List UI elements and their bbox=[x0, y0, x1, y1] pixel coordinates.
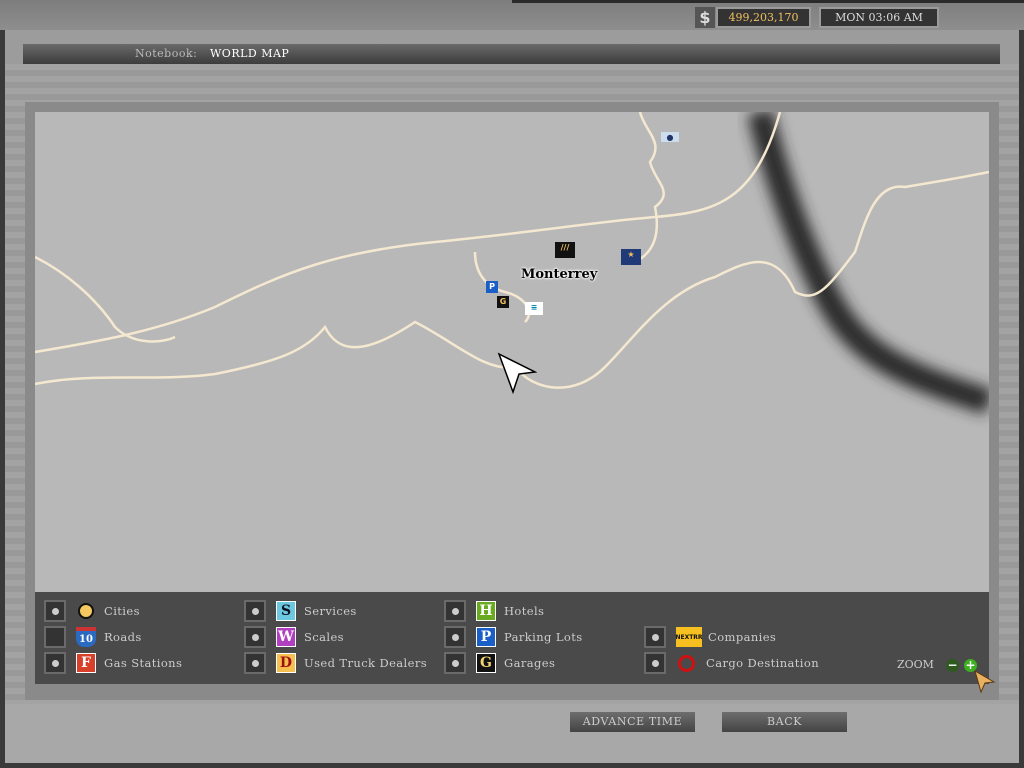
top-line bbox=[512, 0, 1024, 3]
cargo-destination-icon bbox=[676, 653, 696, 673]
legend-label: Cargo Destination bbox=[706, 656, 820, 670]
notebook-bar: Notebook: WORLD MAP bbox=[23, 44, 1000, 64]
legend-label: Gas Stations bbox=[104, 656, 183, 670]
services-icon: S bbox=[276, 601, 296, 621]
city-icon bbox=[76, 601, 96, 621]
legend-label: Hotels bbox=[504, 604, 545, 618]
hotel-icon: H bbox=[476, 601, 496, 621]
checkbox-hotels[interactable] bbox=[444, 600, 466, 622]
legend-label: Used Truck Dealers bbox=[304, 656, 428, 670]
company-logo-icon[interactable]: /// bbox=[555, 242, 575, 258]
legend-label: Companies bbox=[708, 630, 777, 644]
money-value: 499,203,170 bbox=[718, 9, 809, 26]
garage-icon: G bbox=[476, 653, 496, 673]
money-display: 499,203,170 bbox=[716, 7, 811, 28]
zoom-out-button[interactable]: − bbox=[946, 659, 959, 672]
company-logo-icon[interactable]: ★ bbox=[621, 249, 641, 265]
page-title: WORLD MAP bbox=[210, 47, 290, 60]
parking-icon: P bbox=[476, 627, 496, 647]
dealer-icon: D bbox=[276, 653, 296, 673]
checkbox-garages[interactable] bbox=[444, 652, 466, 674]
company-logo-icon[interactable]: ≡ bbox=[525, 302, 543, 315]
map-legend: Cities 10 Roads F Gas Stations S Services W… bbox=[35, 592, 989, 684]
legend-label: Roads bbox=[104, 630, 142, 644]
legend-label: Cities bbox=[104, 604, 140, 618]
zoom-label: ZOOM bbox=[897, 658, 934, 671]
garage-icon[interactable]: G bbox=[497, 296, 509, 308]
notebook-label: Notebook: bbox=[135, 47, 198, 60]
legend-label: Parking Lots bbox=[504, 630, 583, 644]
highway-shadow bbox=[747, 112, 989, 415]
road-main bbox=[35, 112, 782, 354]
legend-label: Garages bbox=[504, 656, 556, 670]
checkbox-parking-lots[interactable] bbox=[444, 626, 466, 648]
road-city bbox=[473, 251, 531, 323]
world-map[interactable]: /// ★ ● ≡ Monterrey P G bbox=[35, 112, 989, 592]
company-logo-icon[interactable]: ● bbox=[661, 132, 679, 142]
company-icon: NEXTRR bbox=[675, 627, 703, 647]
interstate-icon: 10 bbox=[76, 627, 96, 647]
checkbox-cities[interactable] bbox=[44, 600, 66, 622]
mouse-cursor-icon bbox=[974, 670, 996, 694]
datetime-display: MON 03:06 AM bbox=[819, 7, 939, 28]
checkbox-scales[interactable] bbox=[244, 626, 266, 648]
checkbox-services[interactable] bbox=[244, 600, 266, 622]
legend-label: Services bbox=[304, 604, 357, 618]
gas-station-icon: F bbox=[76, 653, 96, 673]
legend-label: Scales bbox=[304, 630, 344, 644]
datetime-value: MON 03:06 AM bbox=[821, 9, 937, 26]
mouse-cursor-icon bbox=[497, 352, 537, 394]
checkbox-gas-stations[interactable] bbox=[44, 652, 66, 674]
checkbox-roads[interactable] bbox=[44, 626, 66, 648]
road-north bbox=[634, 112, 665, 264]
parking-icon[interactable]: P bbox=[486, 281, 498, 293]
bottom-bar bbox=[5, 704, 1019, 763]
city-label-monterrey[interactable]: Monterrey bbox=[521, 267, 597, 282]
advance-time-button[interactable]: ADVANCE TIME bbox=[570, 712, 695, 732]
scales-icon: W bbox=[276, 627, 296, 647]
checkbox-cargo-destination[interactable] bbox=[644, 652, 666, 674]
back-button[interactable]: BACK bbox=[722, 712, 847, 732]
checkbox-used-truck-dealers[interactable] bbox=[244, 652, 266, 674]
dollar-icon: $ bbox=[695, 7, 715, 28]
checkbox-companies[interactable] bbox=[644, 626, 666, 648]
